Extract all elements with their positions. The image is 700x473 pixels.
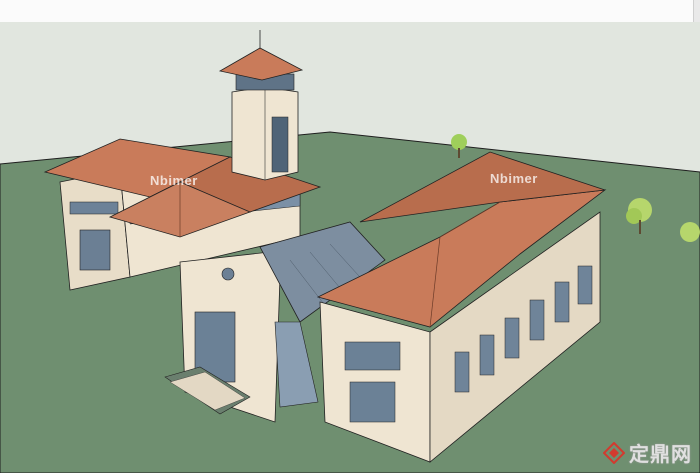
building-model-render[interactable] [0, 22, 700, 473]
sketchup-viewport[interactable]: Nbimer Nbimer 定鼎网 [0, 0, 700, 473]
watermark-right: Nbimer [490, 171, 538, 186]
brand-name: 定鼎网 [629, 442, 692, 466]
diamond-logo-icon [603, 441, 625, 464]
brand-watermark: 定鼎网 [603, 438, 692, 467]
tree-far-right [680, 222, 700, 242]
window-edge [693, 0, 700, 22]
window-top-bar [0, 0, 700, 23]
watermark-left: Nbimer [150, 173, 198, 188]
